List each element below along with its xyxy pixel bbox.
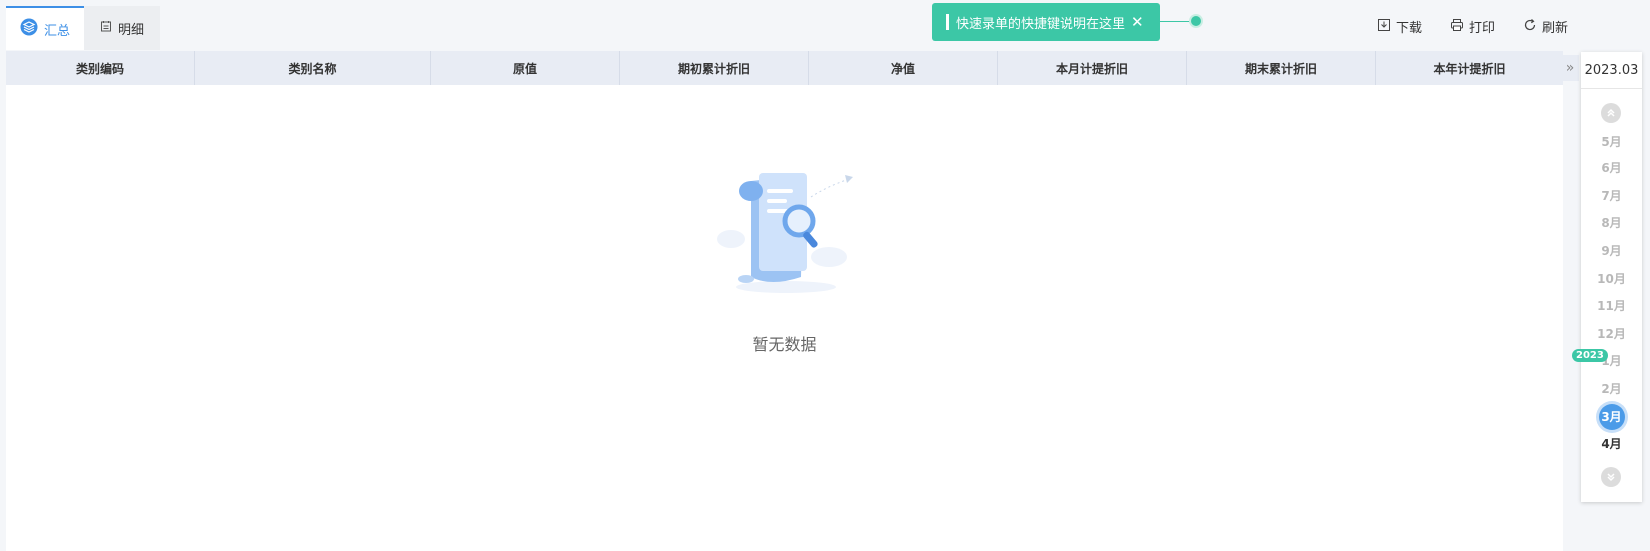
tab-detail-label: 明细 (118, 22, 145, 38)
empty-state: 暂无数据 (6, 85, 1563, 551)
print-button[interactable]: 打印 (1450, 17, 1495, 36)
month-item-7[interactable]: 7月 (1581, 185, 1642, 207)
data-table: 类别编码 类别名称 原值 期初累计折旧 净值 本月计提折旧 期末累计折旧 本年计… (6, 51, 1563, 551)
hint-text: 快速录单的快捷键说明在这里 (956, 16, 1126, 32)
refresh-label: 刷新 (1541, 21, 1568, 36)
month-item-12[interactable]: 12月 (1581, 323, 1642, 345)
month-item-8[interactable]: 8月 (1581, 212, 1642, 234)
col-net-value[interactable]: 净值 (809, 51, 998, 85)
calendar-doc-icon (100, 20, 112, 36)
tab-detail[interactable]: 明细 (84, 6, 161, 50)
col-year-depreciation[interactable]: 本年计提折旧 (1376, 51, 1563, 85)
toolbar: 下载 打印 刷新 (1377, 17, 1568, 36)
month-up-button[interactable] (1601, 103, 1621, 123)
selected-month-label: 3月 (1598, 404, 1625, 430)
col-category-name[interactable]: 类别名称 (195, 51, 431, 85)
month-panel: 2023.03 5月 6月 7月 8月 9月 10月 11月 12月 1月 2月… (1581, 52, 1642, 502)
tab-bar: 汇总 明细 (6, 6, 161, 50)
tab-summary[interactable]: 汇总 (6, 6, 85, 50)
col-month-depreciation[interactable]: 本月计提折旧 (998, 51, 1187, 85)
empty-text: 暂无数据 (752, 335, 817, 354)
current-period: 2023.03 (1581, 52, 1642, 89)
expand-panel-button[interactable]: » (1561, 55, 1579, 81)
refresh-button[interactable]: 刷新 (1523, 17, 1568, 36)
double-chevron-up-icon (1607, 108, 1615, 117)
page: 汇总 明细 快速录单的快捷键说明在这里 ✕ 下载 打印 刷新 类别编码 类别名称… (0, 0, 1650, 551)
month-item-4[interactable]: 4月 (1581, 433, 1642, 455)
col-opening-depreciation[interactable]: 期初累计折旧 (620, 51, 809, 85)
close-icon[interactable]: ✕ (1131, 13, 1144, 31)
refresh-icon (1523, 18, 1537, 36)
empty-document-illustration (717, 173, 853, 293)
month-item-6[interactable]: 6月 (1581, 157, 1642, 179)
col-original-value[interactable]: 原值 (431, 51, 620, 85)
month-item-2[interactable]: 2月 (1581, 378, 1642, 400)
month-item-5[interactable]: 5月 (1581, 131, 1642, 153)
month-down-button[interactable] (1601, 467, 1621, 487)
month-item-3-selected[interactable]: 3月 (1581, 402, 1642, 432)
col-category-code[interactable]: 类别编码 (6, 51, 195, 85)
layers-icon (20, 18, 38, 40)
download-label: 下载 (1395, 21, 1422, 36)
double-chevron-down-icon (1607, 473, 1615, 482)
print-label: 打印 (1468, 21, 1495, 36)
download-icon (1377, 18, 1391, 36)
month-item-11[interactable]: 11月 (1581, 295, 1642, 317)
month-item-9[interactable]: 9月 (1581, 240, 1642, 262)
hint-dot (1191, 16, 1201, 26)
tab-summary-label: 汇总 (44, 23, 71, 39)
double-chevron-right-icon: » (1565, 60, 1575, 76)
table-header: 类别编码 类别名称 原值 期初累计折旧 净值 本月计提折旧 期末累计折旧 本年计… (6, 51, 1563, 85)
download-button[interactable]: 下载 (1377, 17, 1422, 36)
col-closing-depreciation[interactable]: 期末累计折旧 (1187, 51, 1376, 85)
hint-connector (1160, 21, 1190, 22)
shortcut-hint: 快速录单的快捷键说明在这里 ✕ (932, 3, 1160, 41)
printer-icon (1450, 18, 1464, 36)
year-badge: 2023 (1572, 349, 1608, 362)
month-item-10[interactable]: 10月 (1581, 268, 1642, 290)
hint-bar (946, 14, 949, 30)
